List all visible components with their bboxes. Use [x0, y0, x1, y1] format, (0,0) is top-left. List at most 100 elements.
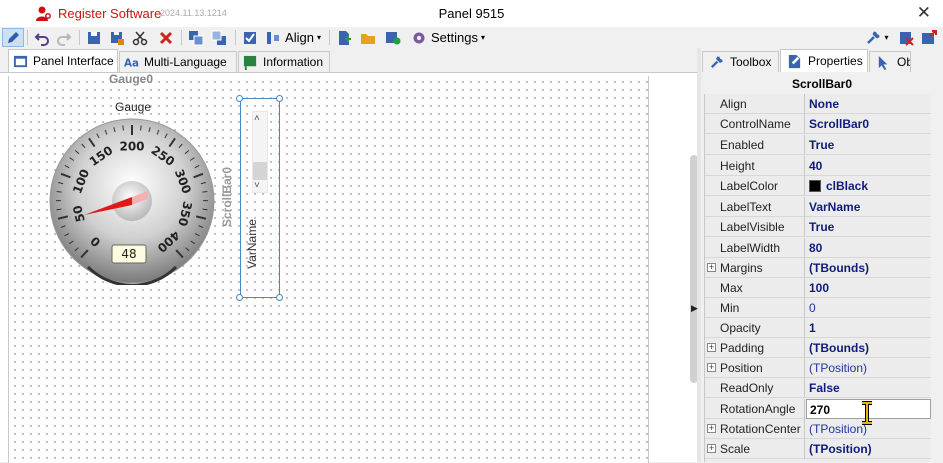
save-as-icon [109, 30, 125, 46]
property-row[interactable]: Min0 [705, 298, 931, 318]
send-back-icon [211, 30, 227, 46]
property-name: Enabled [705, 135, 805, 155]
bring-front-icon [188, 30, 204, 46]
chevron-down-icon[interactable]: ˅ [254, 180, 260, 191]
bring-front-button[interactable] [186, 28, 206, 47]
property-row[interactable]: Opacity1 [705, 318, 931, 338]
tab-information[interactable]: Information [238, 51, 330, 72]
property-row[interactable]: LabelWidth80 [705, 238, 931, 258]
property-row[interactable]: LabelVisibleTrue [705, 217, 931, 237]
property-row[interactable]: RotationAngle270 [705, 399, 931, 419]
settings-dropdown[interactable]: Settings ▾ [410, 28, 486, 47]
wrench-icon [865, 30, 881, 46]
property-value[interactable]: VarName [806, 197, 931, 217]
property-row[interactable]: +Scale(TPosition) [705, 439, 931, 459]
property-row[interactable]: EnabledTrue [705, 135, 931, 155]
property-name: Align [705, 94, 805, 114]
redo-button[interactable] [54, 28, 74, 47]
tab-label: Properties [808, 54, 863, 68]
property-name: RotationCenter [705, 419, 805, 439]
tab-multi-language[interactable]: Aa Multi-Language [119, 51, 237, 72]
tab-panel-interface[interactable]: Panel Interface [8, 49, 118, 72]
save-as-button[interactable] [107, 28, 127, 47]
info-flag-icon [243, 55, 258, 70]
property-value[interactable]: (TBounds) [806, 338, 931, 358]
panel-icon [13, 54, 28, 69]
property-row[interactable]: LabelColor clBlack [705, 176, 931, 196]
property-row[interactable]: Max100 [705, 278, 931, 298]
properties-icon [787, 54, 802, 69]
align-dropdown[interactable]: Align ▾ [262, 28, 324, 47]
close-panel-button[interactable] [896, 28, 916, 47]
property-value[interactable]: 1 [806, 318, 931, 338]
property-row[interactable]: +Position(TPosition) [705, 358, 931, 378]
color-value: clBlack [826, 179, 868, 193]
resize-handle[interactable] [236, 294, 243, 301]
align-label: Align [285, 30, 314, 45]
property-value[interactable]: 100 [806, 278, 931, 298]
tab-label: Information [263, 55, 323, 69]
property-row[interactable]: Height40 [705, 156, 931, 176]
export-button[interactable] [919, 28, 939, 47]
property-value[interactable]: 40 [806, 156, 931, 176]
resize-handle[interactable] [236, 95, 243, 102]
splitter-arrow-icon[interactable]: ▶ [691, 303, 698, 314]
property-row[interactable]: LabelTextVarName [705, 197, 931, 217]
property-row[interactable]: +Margins(TBounds) [705, 258, 931, 278]
property-value[interactable]: True [806, 135, 931, 155]
delete-button[interactable] [156, 28, 176, 47]
chevron-up-icon[interactable]: ˄ [254, 113, 260, 124]
gauge-widget[interactable]: 050100150200250300350400 48 [48, 117, 216, 285]
select-button[interactable] [240, 28, 260, 47]
send-back-button[interactable] [209, 28, 229, 47]
tab-toolbox[interactable]: Toolbox [702, 51, 779, 72]
property-value[interactable]: (TBounds) [806, 258, 931, 278]
edit-mode-button[interactable] [2, 28, 24, 47]
gauge-tick [202, 191, 207, 192]
undo-button[interactable] [32, 28, 52, 47]
save-settings-button[interactable] [383, 28, 403, 47]
cut-button[interactable] [130, 28, 150, 47]
property-value[interactable]: ScrollBar0 [806, 114, 931, 134]
selected-object-name: ScrollBar0 [701, 72, 943, 94]
gauge-tick [123, 126, 124, 131]
checkbox-icon [242, 30, 258, 46]
property-value[interactable]: (TPosition) [806, 439, 931, 459]
tab-objects[interactable]: Ob [869, 51, 911, 72]
property-row[interactable]: ReadOnlyFalse [705, 378, 931, 398]
property-row[interactable]: AlignNone [705, 94, 931, 114]
property-value[interactable]: 80 [806, 238, 931, 258]
wrench-icon [709, 55, 724, 70]
property-row[interactable]: ControlNameScrollBar0 [705, 114, 931, 134]
property-row[interactable]: +Padding(TBounds) [705, 338, 931, 358]
close-document-icon [898, 30, 914, 46]
property-row[interactable]: +RotationCenter(TPosition) [705, 419, 931, 439]
property-value[interactable]: (TPosition) [806, 358, 931, 378]
register-software-link[interactable]: Register Software [36, 5, 161, 21]
settings-label: Settings [431, 30, 478, 45]
export-icon [921, 30, 937, 46]
resize-handle[interactable] [276, 95, 283, 102]
property-value[interactable]: clBlack [806, 176, 931, 196]
tab-properties[interactable]: Properties [780, 49, 868, 72]
svg-text:Aa: Aa [124, 57, 139, 69]
panel-splitter[interactable] [697, 48, 701, 462]
new-file-button[interactable] [334, 28, 354, 47]
property-name: Max [705, 278, 805, 298]
open-folder-button[interactable] [358, 28, 378, 47]
property-name: ReadOnly [705, 378, 805, 398]
scrollbar-thumb[interactable] [253, 162, 267, 180]
close-icon[interactable]: ✕ [917, 3, 931, 23]
tools-dropdown[interactable]: ▾ [864, 28, 890, 47]
property-value[interactable]: True [806, 217, 931, 237]
register-software-label: Register Software [58, 6, 161, 21]
property-name: Margins [705, 258, 805, 278]
property-name: LabelText [705, 197, 805, 217]
resize-handle[interactable] [276, 294, 283, 301]
property-name: LabelColor [705, 176, 805, 196]
property-value[interactable]: None [806, 94, 931, 114]
save-button[interactable] [84, 28, 104, 47]
property-value[interactable]: False [806, 378, 931, 398]
color-swatch [809, 180, 821, 192]
property-value[interactable]: 0 [806, 298, 931, 318]
